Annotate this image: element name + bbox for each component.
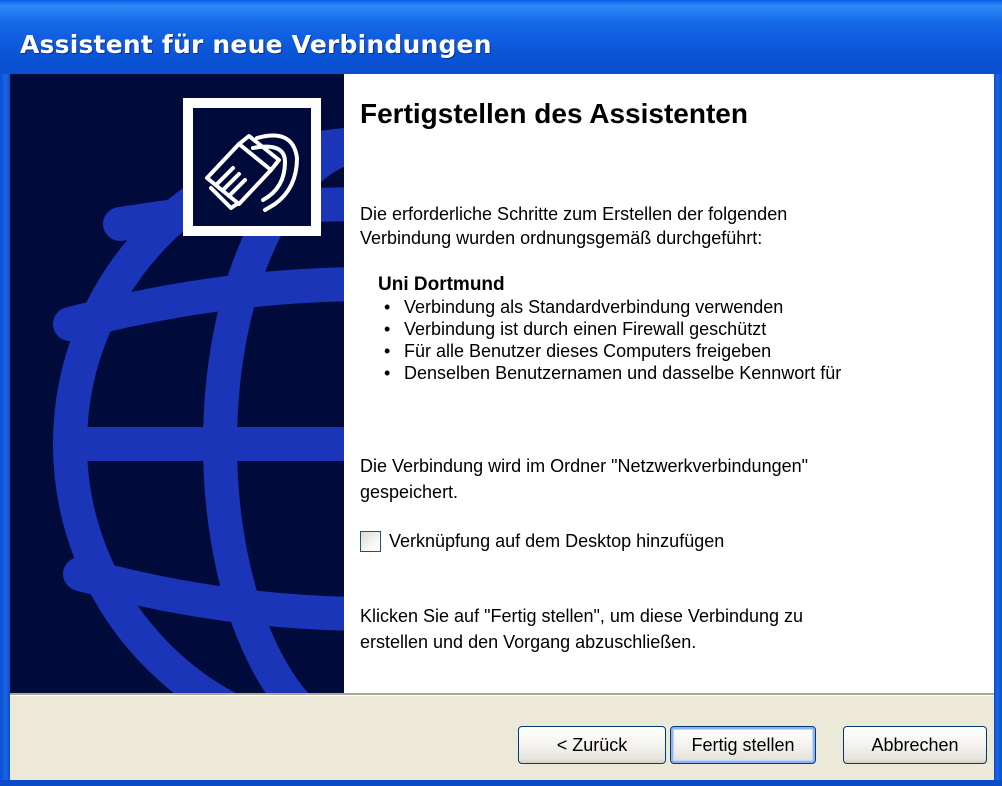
list-item: • Für alle Benutzer dieses Computers frei… xyxy=(378,340,841,362)
title-bar[interactable]: Assistent für neue Verbindungen xyxy=(0,0,1002,74)
saved-text-line1: Die Verbindung wird im Ordner "Netzwerkv… xyxy=(360,456,808,476)
window-frame-left xyxy=(0,74,10,786)
bullet-icon: • xyxy=(384,297,391,317)
intro-text-line2: Verbindung wurden ordnungsgemäß durchgef… xyxy=(360,228,763,248)
bullet-icon: • xyxy=(384,341,391,361)
connection-name: Uni Dortmund xyxy=(378,274,505,295)
list-item-text: Verbindung ist durch einen Firewall gesc… xyxy=(404,319,767,339)
footer-separator xyxy=(10,693,994,696)
list-item-text: Denselben Benutzernamen und dasselbe Ken… xyxy=(404,363,842,383)
icon-frame xyxy=(183,98,321,236)
saved-text-line2: gespeichert. xyxy=(360,482,459,502)
wizard-window: Assistent für neue Verbindungen Fertigst… xyxy=(0,0,1002,786)
list-item-text: Verbindung als Standardverbindung verwen… xyxy=(404,297,784,317)
list-item: • Verbindung ist durch einen Firewall ges… xyxy=(378,318,841,340)
finish-text-line2: erstellen und den Vorgang abzuschließen. xyxy=(360,632,697,652)
list-item-text: Für alle Benutzer dieses Computers freig… xyxy=(404,341,772,361)
wizard-sidebar xyxy=(10,74,344,693)
list-item: • Verbindung als Standardverbindung verwe… xyxy=(378,296,841,318)
page-heading: Fertigstellen des Assistenten xyxy=(360,98,748,129)
list-item: • Denselben Benutzernamen und dasselbe Ke… xyxy=(378,362,841,384)
bullet-icon: • xyxy=(384,363,391,383)
desktop-shortcut-option[interactable]: Verknüpfung auf dem Desktop hinzufügen xyxy=(360,528,724,554)
window-title: Assistent für neue Verbindungen xyxy=(20,30,492,59)
desktop-shortcut-label[interactable]: Verknüpfung auf dem Desktop hinzufügen xyxy=(389,531,724,552)
finish-text-line1: Klicken Sie auf "Fertig stellen", um die… xyxy=(360,606,804,626)
bullet-icon: • xyxy=(384,319,391,339)
back-button[interactable]: < Zurück xyxy=(518,726,666,764)
network-cable-icon xyxy=(193,108,311,226)
wizard-content: Fertigstellen des Assistenten Die erford… xyxy=(344,74,994,693)
finish-button[interactable]: Fertig stellen xyxy=(670,726,816,764)
connection-settings-list: • Verbindung als Standardverbindung verwe… xyxy=(378,296,841,384)
desktop-shortcut-checkbox[interactable] xyxy=(360,530,381,552)
intro-text-line1: Die erforderliche Schritte zum Erstellen… xyxy=(360,204,788,224)
window-frame-bottom xyxy=(0,780,1002,786)
cancel-button[interactable]: Abbrechen xyxy=(843,726,987,764)
window-frame-right xyxy=(994,74,1002,786)
